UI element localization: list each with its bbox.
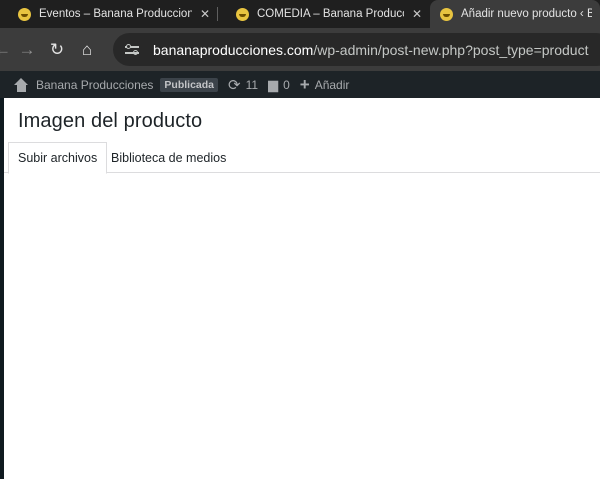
refresh-icon: ⟳ (228, 76, 241, 94)
tab-title: COMEDIA – Banana Produccion (257, 8, 404, 20)
browser-tab-active[interactable]: Añadir nuevo producto ‹ Banana (430, 0, 600, 28)
status-badge: Publicada (160, 77, 219, 92)
browser-tab-comedia[interactable]: COMEDIA – Banana Produccion ✕ (218, 0, 430, 28)
wp-admin-bar: Banana Producciones Publicada ⟳ 11 ▆ 0 +… (0, 71, 600, 98)
close-icon[interactable]: ✕ (412, 7, 422, 21)
comments-link[interactable]: ▆ 0 (268, 77, 290, 93)
media-modal: Imagen del producto Subir archivos Bibli… (0, 98, 600, 479)
new-content-label: Añadir (314, 77, 350, 92)
browser-tab-eventos[interactable]: Eventos – Banana Producciones ✕ (0, 0, 218, 28)
modal-tabs: Subir archivos Biblioteca de medios (4, 142, 600, 174)
address-bar[interactable]: bananaproducciones.com/wp-admin/post-new… (113, 33, 600, 66)
site-info-icon[interactable] (125, 42, 141, 58)
favicon-icon (440, 7, 453, 21)
site-name-link[interactable]: Banana Producciones (36, 78, 153, 92)
reload-icon[interactable]: ↻ (42, 35, 72, 65)
updates-count: 11 (245, 77, 259, 92)
new-content-link[interactable]: + Añadir (300, 75, 350, 95)
back-arrow-icon[interactable]: ← (0, 35, 12, 65)
url-path: /wp-admin/post-new.php?post_type=product (313, 41, 589, 58)
updates-link[interactable]: ⟳ 11 (228, 76, 258, 94)
url-host: bananaproducciones.com (153, 41, 314, 58)
favicon-icon (18, 7, 31, 21)
tab-title: Añadir nuevo producto ‹ Banana (461, 8, 592, 20)
tab-media-library[interactable]: Biblioteca de medios (102, 142, 235, 173)
tab-title: Eventos – Banana Producciones (39, 8, 192, 20)
url-text: bananaproducciones.com/wp-admin/post-new… (153, 42, 588, 58)
forward-arrow-icon[interactable]: → (12, 35, 42, 65)
browser-toolbar: ← → ↻ ⌂ bananaproducciones.com/wp-admin/… (0, 28, 600, 71)
plus-icon: + (299, 74, 310, 94)
browser-tab-strip: Eventos – Banana Producciones ✕ COMEDIA … (0, 0, 600, 28)
tab-upload-files[interactable]: Subir archivos (8, 142, 108, 174)
house-icon (14, 77, 29, 92)
modal-title: Imagen del producto (18, 110, 203, 132)
home-icon[interactable]: ⌂ (72, 35, 102, 65)
comment-bubble-icon: ▆ (268, 76, 279, 92)
close-icon[interactable]: ✕ (200, 7, 210, 21)
favicon-icon (236, 7, 249, 21)
comments-count: 0 (283, 77, 290, 92)
